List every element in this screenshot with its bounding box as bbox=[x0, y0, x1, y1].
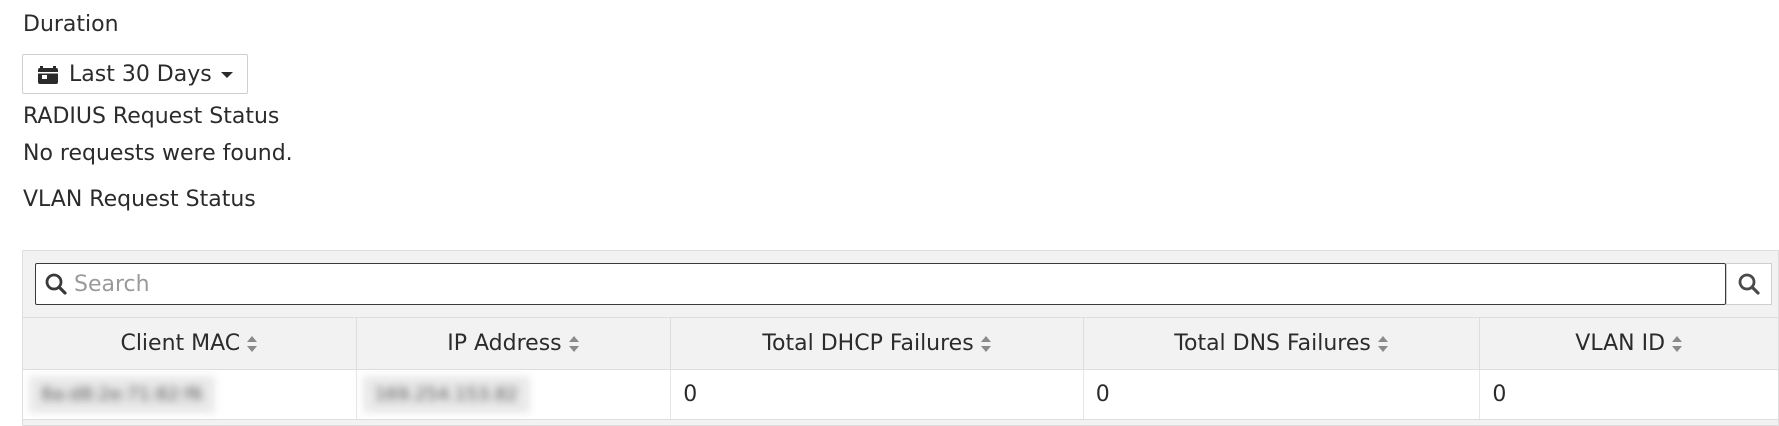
column-header-dns-failures[interactable]: Total DNS Failures bbox=[1084, 318, 1481, 369]
column-header-label: Total DNS Failures bbox=[1174, 331, 1371, 356]
caret-down-icon bbox=[220, 72, 233, 78]
dhcp-failures-value: 0 bbox=[683, 382, 698, 407]
vlan-table-panel: Client MAC IP Address Total DHCP Failure… bbox=[22, 250, 1779, 426]
duration-label: Duration bbox=[23, 12, 119, 37]
search-button[interactable] bbox=[1726, 263, 1772, 305]
cell-client-mac: 8a:d8:2e:71:82:f6 bbox=[23, 370, 357, 419]
sort-icon bbox=[1672, 335, 1683, 352]
search-input[interactable] bbox=[72, 264, 1725, 304]
sort-icon bbox=[568, 335, 579, 352]
radius-title: RADIUS Request Status bbox=[23, 104, 280, 129]
column-header-label: VLAN ID bbox=[1575, 331, 1666, 356]
search-icon bbox=[45, 273, 67, 295]
column-header-ip-address[interactable]: IP Address bbox=[357, 318, 672, 369]
column-header-dhcp-failures[interactable]: Total DHCP Failures bbox=[671, 318, 1084, 369]
dns-failures-value: 0 bbox=[1095, 382, 1110, 407]
calendar-icon bbox=[38, 66, 58, 84]
client-mac-value: 8a:d8:2e:71:82:f6 bbox=[29, 376, 215, 413]
sort-icon bbox=[980, 335, 991, 352]
cell-dns-failures: 0 bbox=[1084, 370, 1481, 419]
column-header-label: Client MAC bbox=[120, 331, 241, 356]
vlan-title: VLAN Request Status bbox=[23, 187, 256, 212]
cell-vlan-id: 0 bbox=[1480, 370, 1778, 419]
table-header: Client MAC IP Address Total DHCP Failure… bbox=[23, 317, 1778, 370]
radius-empty-message: No requests were found. bbox=[23, 141, 293, 166]
search-box[interactable] bbox=[35, 263, 1726, 305]
column-header-label: Total DHCP Failures bbox=[762, 331, 974, 356]
duration-dropdown[interactable]: Last 30 Days bbox=[22, 54, 248, 94]
vlan-id-value: 0 bbox=[1492, 382, 1507, 407]
search-row bbox=[23, 251, 1778, 317]
sort-icon bbox=[247, 335, 258, 352]
duration-selected: Last 30 Days bbox=[69, 61, 212, 87]
column-header-label: IP Address bbox=[447, 331, 562, 356]
column-header-vlan-id[interactable]: VLAN ID bbox=[1480, 318, 1778, 369]
sort-icon bbox=[1377, 335, 1388, 352]
search-icon bbox=[1738, 273, 1760, 295]
cell-dhcp-failures: 0 bbox=[671, 370, 1084, 419]
table-row: 8a:d8:2e:71:82:f6 169.254.153.82 0 0 0 bbox=[23, 370, 1778, 420]
ip-address-value: 169.254.153.82 bbox=[362, 376, 530, 413]
cell-ip-address: 169.254.153.82 bbox=[357, 370, 672, 419]
column-header-client-mac[interactable]: Client MAC bbox=[23, 318, 357, 369]
